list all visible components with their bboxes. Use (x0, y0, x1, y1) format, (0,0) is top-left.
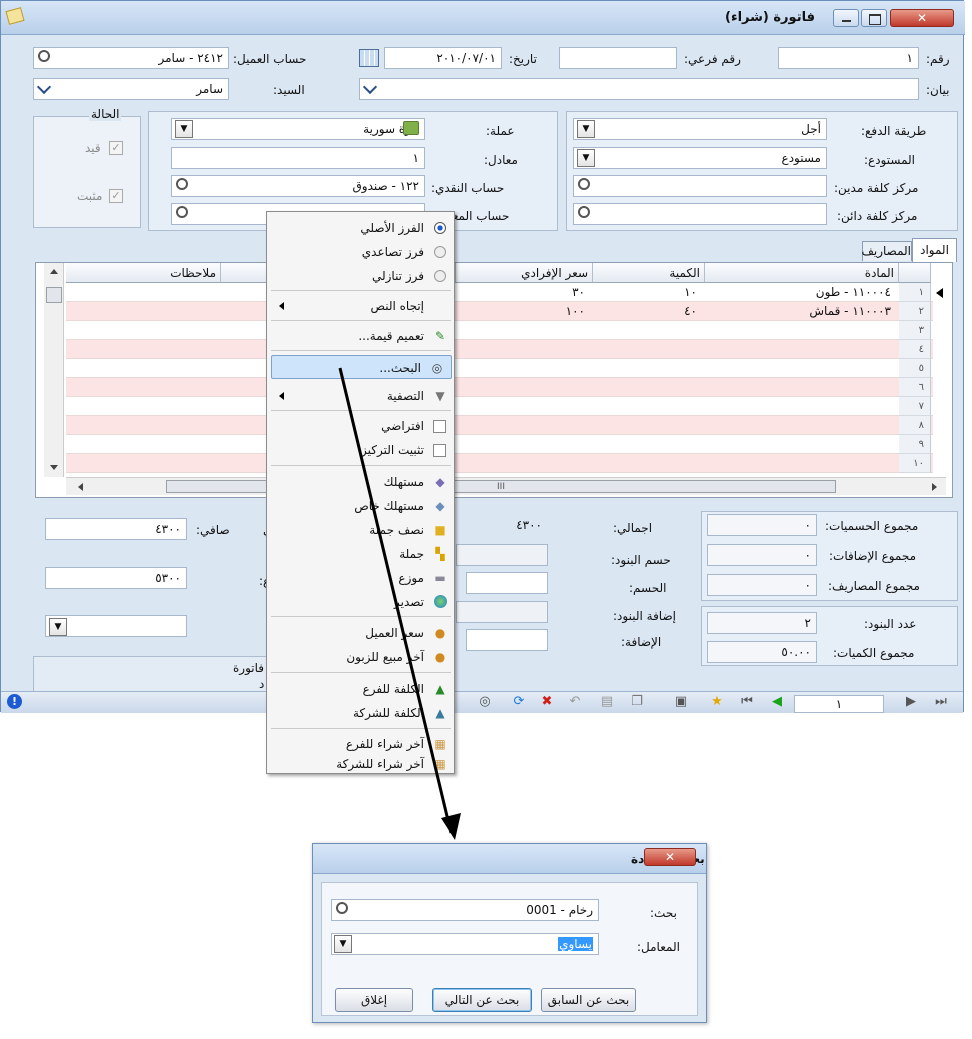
dialog-search-label: بحث: (650, 906, 677, 920)
search-dialog: بحث - المادة ✕ بحث: 0001 - رخام المعامل:… (312, 843, 707, 1023)
find-next-button[interactable]: بحث عن التالي (432, 988, 532, 1012)
dialog-close-button[interactable]: ✕ (644, 848, 696, 866)
arrow-line (338, 367, 453, 834)
dialog-search-field[interactable]: 0001 - رخام (331, 899, 599, 921)
dialog-operator-field[interactable]: يساوي (331, 933, 599, 955)
find-previous-button[interactable]: بحث عن السابق (541, 988, 636, 1012)
dialog-operator-value: يساوي (558, 937, 593, 951)
dialog-search-value: 0001 - رخام (526, 903, 593, 917)
dialog-operator-label: المعامل: (637, 940, 680, 954)
dropdown-button[interactable]: ▼ (334, 935, 352, 953)
arrow-head (441, 813, 461, 840)
dialog-close-action-button[interactable]: إغلاق (335, 988, 413, 1012)
search-icon[interactable] (336, 902, 348, 914)
dialog-title-bar: بحث - المادة ✕ (313, 844, 706, 874)
